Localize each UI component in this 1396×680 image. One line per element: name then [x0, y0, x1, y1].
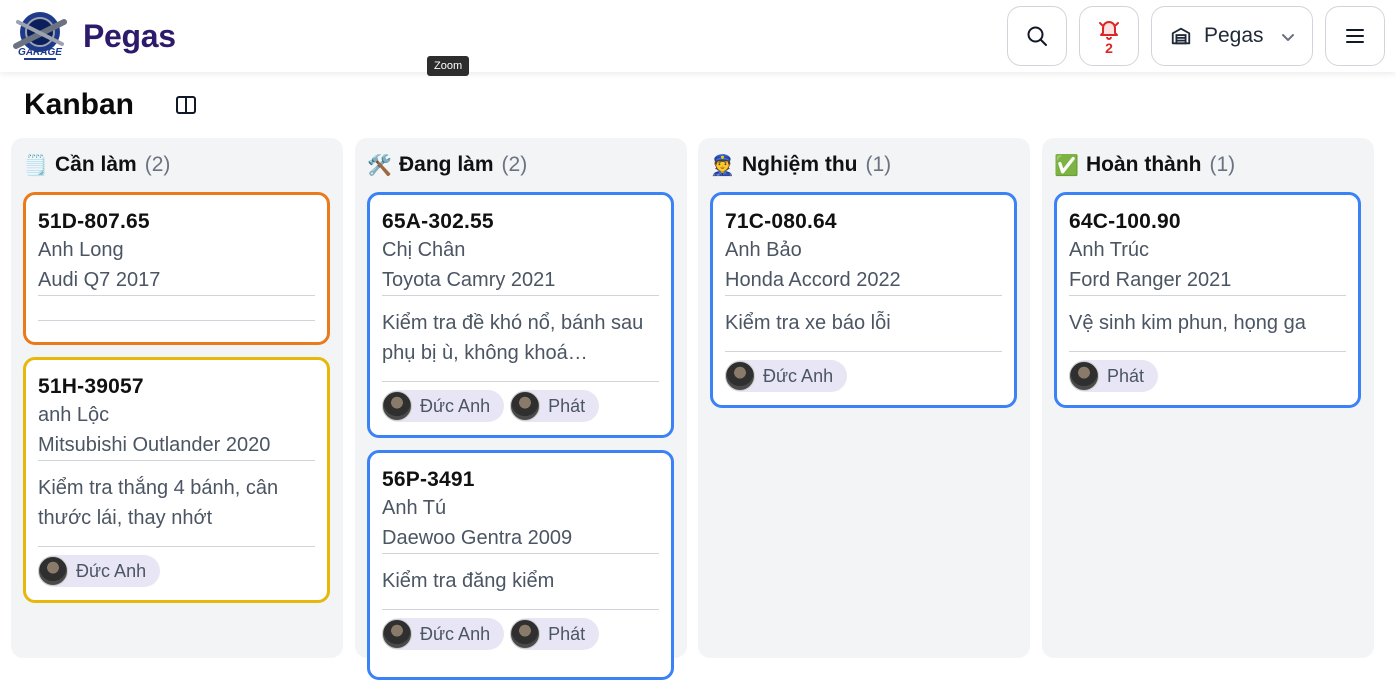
column-count: (2) — [144, 153, 171, 176]
customer-name: Chị Chân — [382, 239, 466, 261]
license-plate: 64C-100.90 — [1069, 210, 1181, 233]
job-description: Kiểm tra đăng kiểm — [382, 570, 555, 592]
assignee-chip[interactable]: Phát — [510, 618, 600, 650]
column-title: Cần làm — [55, 153, 137, 176]
police-officer-icon: 👮 — [710, 154, 735, 177]
column-count: (1) — [865, 153, 892, 176]
tools-icon: 🛠️ — [367, 154, 392, 177]
license-plate: 51D-807.65 — [38, 210, 150, 233]
job-card[interactable]: 64C-100.90 Anh Trúc Ford Ranger 2021 Vệ … — [1054, 192, 1361, 408]
check-mark-icon: ✅ — [1054, 154, 1079, 177]
assignee-name: Phát — [1107, 365, 1145, 386]
search-button[interactable] — [1007, 6, 1067, 66]
hamburger-menu-icon — [1346, 29, 1364, 43]
job-description: Kiểm tra đề khó nổ, bánh sau phụ bị ù, k… — [382, 312, 644, 364]
page-title: Kanban — [24, 88, 135, 121]
assignee-chip[interactable]: Đức Anh — [38, 555, 161, 587]
garage-selector[interactable]: Pegas — [1151, 6, 1313, 66]
vehicle-model: Daewoo Gentra 2009 — [382, 527, 573, 549]
assignee-chip[interactable]: Đức Anh — [725, 360, 848, 392]
column-count: (1) — [1209, 153, 1236, 176]
column-header: ✅ Hoàn thành (1) — [1054, 152, 1235, 178]
assignee-chip[interactable]: Phát — [510, 390, 600, 422]
assignee-chip[interactable]: Đức Anh — [382, 618, 505, 650]
top-navbar: GARAGE Pegas Zoom 2 Pegas — [0, 0, 1396, 76]
license-plate: 56P-3491 — [382, 468, 475, 491]
assignee-list: Đức Anh Phát — [382, 382, 659, 434]
assignee-name: Đức Anh — [76, 560, 147, 581]
avatar — [1069, 361, 1099, 391]
job-card[interactable]: 71C-080.64 Anh Bảo Honda Accord 2022 Kiể… — [710, 192, 1017, 408]
assignee-list: Đức Anh — [38, 547, 315, 599]
kanban-column-done: ✅ Hoàn thành (1) 64C-100.90 Anh Trúc For… — [1042, 138, 1374, 658]
vehicle-model: Mitsubishi Outlander 2020 — [38, 434, 271, 456]
bell-icon — [1099, 20, 1119, 40]
avatar — [510, 619, 541, 649]
license-plate: 65A-302.55 — [382, 210, 494, 233]
avatar — [38, 556, 68, 586]
column-header: 🗒️ Cần làm (2) — [23, 152, 170, 178]
garage-selector-label: Pegas — [1204, 24, 1264, 47]
job-card[interactable]: 56P-3491 Anh Tú Daewoo Gentra 2009 Kiểm … — [367, 450, 674, 680]
customer-name: Anh Trúc — [1069, 239, 1150, 261]
vehicle-model: Toyota Camry 2021 — [382, 269, 556, 291]
customer-name: Anh Long — [38, 239, 124, 261]
customer-name: Anh Tú — [382, 497, 447, 519]
kanban-column-inspection: 👮 Nghiệm thu (1) 71C-080.64 Anh Bảo Hond… — [698, 138, 1030, 658]
brand-name[interactable]: Pegas — [83, 18, 176, 55]
garage-icon — [1171, 27, 1191, 45]
assignee-list: Phát — [1069, 352, 1346, 404]
assignee-name: Đức Anh — [763, 365, 834, 386]
assignee-name: Đức Anh — [420, 395, 491, 416]
license-plate: 71C-080.64 — [725, 210, 837, 233]
notification-count-badge: 2 — [1105, 39, 1113, 56]
job-card[interactable]: 51D-807.65 Anh Long Audi Q7 2017 — [23, 192, 330, 345]
job-description: Kiểm tra xe báo lỗi — [725, 312, 891, 334]
avatar — [382, 619, 412, 649]
column-header: 👮 Nghiệm thu (1) — [710, 152, 891, 178]
card-divider — [38, 320, 315, 321]
zoom-tooltip: Zoom — [427, 56, 470, 76]
avatar — [725, 361, 755, 391]
assignee-name: Phát — [548, 623, 586, 644]
assignee-chip[interactable]: Đức Anh — [382, 390, 505, 422]
job-card[interactable]: 65A-302.55 Chị Chân Toyota Camry 2021 Ki… — [367, 192, 674, 438]
panel-toggle-icon[interactable] — [174, 93, 198, 117]
svg-text:GARAGE: GARAGE — [18, 47, 62, 58]
license-plate: 51H-39057 — [38, 375, 144, 398]
job-card[interactable]: 51H-39057 anh Lộc Mitsubishi Outlander 2… — [23, 357, 330, 603]
assignee-name: Phát — [548, 395, 586, 416]
column-title: Đang làm — [399, 153, 494, 176]
assignee-list: Đức Anh — [725, 352, 1002, 404]
vehicle-model: Honda Accord 2022 — [725, 269, 901, 291]
notepad-icon: 🗒️ — [23, 154, 48, 177]
column-count: (2) — [501, 153, 528, 176]
kanban-column-todo: 🗒️ Cần làm (2) 51D-807.65 Anh Long Audi … — [11, 138, 343, 658]
customer-name: Anh Bảo — [725, 239, 802, 261]
job-description: Vệ sinh kim phun, họng ga — [1069, 312, 1306, 334]
menu-button[interactable] — [1325, 6, 1385, 66]
customer-name: anh Lộc — [38, 404, 110, 426]
garage-logo[interactable]: GARAGE — [10, 8, 70, 64]
chevron-down-icon — [1282, 34, 1294, 41]
vehicle-model: Ford Ranger 2021 — [1069, 269, 1232, 291]
search-icon — [1027, 26, 1047, 46]
avatar — [510, 391, 541, 421]
card-divider — [38, 295, 315, 296]
vehicle-model: Audi Q7 2017 — [38, 269, 161, 291]
kanban-column-in-progress: 🛠️ Đang làm (2) 65A-302.55 Chị Chân Toyo… — [355, 138, 687, 680]
column-title: Nghiệm thu — [742, 153, 858, 176]
column-header: 🛠️ Đang làm (2) — [367, 152, 527, 178]
avatar — [382, 391, 412, 421]
assignee-name: Đức Anh — [420, 623, 491, 644]
assignee-list: Đức Anh Phát — [382, 610, 659, 662]
assignee-chip[interactable]: Phát — [1069, 360, 1159, 392]
job-description: Kiểm tra thắng 4 bánh, cân thước lái, th… — [38, 477, 279, 529]
column-title: Hoàn thành — [1086, 153, 1202, 176]
notifications-button[interactable]: 2 — [1079, 6, 1139, 66]
